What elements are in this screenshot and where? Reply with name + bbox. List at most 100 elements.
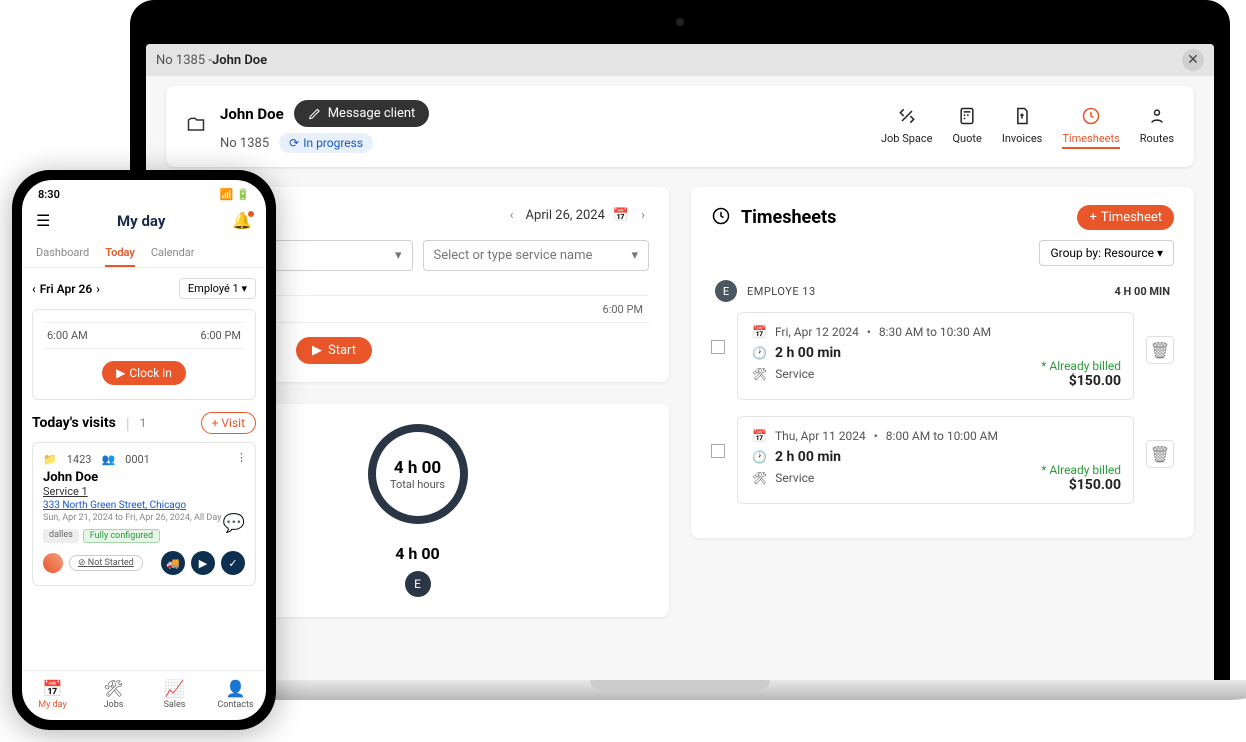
visit-status-pill[interactable]: ⊘ Not Started [69, 555, 143, 571]
nav-routes[interactable]: Routes [1140, 104, 1174, 149]
calendar-icon: 📅 [752, 325, 767, 339]
visit-menu-icon[interactable]: ⋮ [236, 451, 247, 464]
calculator-icon [955, 104, 979, 128]
entry-body[interactable]: 📅Thu, Apr 11 2024 • 8:00 AM to 10:00 AM … [737, 416, 1134, 504]
job-header-card: John Doe Message client No 1385 In progr… [166, 86, 1194, 167]
employee-badge: E [405, 571, 431, 597]
tab-dashboard[interactable]: Dashboard [36, 240, 89, 267]
prev-day-button[interactable]: ‹ [506, 206, 518, 225]
mobile-date-picker[interactable]: ‹ Fri Apr 26 › [32, 282, 100, 296]
tools-icon [895, 104, 919, 128]
desktop-screen: No 1385 - John Doe ✕ John Doe [146, 44, 1214, 680]
assignee-avatar [43, 553, 63, 573]
clock-in-button[interactable]: ▶ Clock in [102, 361, 186, 385]
clock-icon [711, 206, 731, 230]
current-date: April 26, 2024 [526, 208, 605, 223]
folder-icon: 📁 [43, 453, 57, 466]
group-total: 4 H 00 MIN [1114, 285, 1170, 298]
service-icon: 🛠 [752, 471, 767, 485]
notifications-icon[interactable]: 🔔 [232, 211, 252, 230]
group-by-select[interactable]: Group by: Resource ▾ [1039, 240, 1174, 266]
mobile-status-bar: 8:30 📶 🔋 [22, 180, 266, 205]
mobile-body: ‹ Fri Apr 26 › Employé 1 ▾ 6:00 AM 6:00 … [22, 268, 266, 670]
mobile-clock-card: 6:00 AM 6:00 PM ▶ Clock in [32, 309, 256, 400]
header-nav: Job Space Quote Invoices Timesheets [881, 104, 1174, 149]
right-column: Timesheets + Timesheet Group by: Resourc… [691, 187, 1194, 617]
tools-icon: 🛠 [83, 679, 144, 698]
calendar-icon: 📅 [752, 429, 767, 443]
calendar-icon[interactable]: 📅 [613, 208, 629, 223]
scale-end-label: 6:00 PM [603, 303, 643, 316]
visit-tag-configured: Fully configured [83, 529, 160, 543]
tab-calendar[interactable]: Calendar [151, 240, 195, 267]
timesheets-card: Timesheets + Timesheet Group by: Resourc… [691, 187, 1194, 538]
nav-timesheets[interactable]: Timesheets [1062, 104, 1119, 149]
nav-quote[interactable]: Quote [952, 104, 981, 149]
window-title-prefix: No 1385 - [156, 53, 212, 68]
route-icon [1145, 104, 1169, 128]
visit-card[interactable]: ⋮ 📁1423 👥0001 John Doe Service 1 333 Nor… [32, 442, 256, 586]
entry-checkbox[interactable] [711, 444, 725, 458]
window-titlebar: No 1385 - John Doe ✕ [146, 44, 1214, 76]
nav-contacts[interactable]: 👤Contacts [205, 671, 266, 720]
mobile-employee-select[interactable]: Employé 1 ▾ [179, 278, 256, 299]
nav-invoices[interactable]: Invoices [1002, 104, 1043, 149]
clock-icon [1079, 104, 1103, 128]
contact-icon: 👤 [205, 679, 266, 698]
clock-icon: 🕐 [752, 450, 767, 464]
visit-date-range: Sun, Apr 21, 2024 to Fri, Apr 26, 2024, … [43, 513, 245, 523]
delete-entry-button[interactable]: 🗑 [1146, 440, 1174, 468]
date-navigator: ‹ April 26, 2024 📅 › [506, 206, 649, 225]
timesheets-title: Timesheets [741, 207, 1067, 228]
job-header-info: John Doe Message client No 1385 In progr… [220, 100, 429, 153]
timesheet-group-row: E EMPLOYE 13 4 H 00 MIN [711, 266, 1174, 312]
total-hours-value: 4 h 00 [394, 458, 441, 478]
mobile-tabs: Dashboard Today Calendar [22, 240, 266, 268]
truck-action-button[interactable]: 🚚 [161, 551, 185, 575]
chart-icon: 📈 [144, 679, 205, 698]
visit-service-link[interactable]: Service 1 [43, 485, 245, 498]
chevron-down-icon: ▾ [395, 248, 402, 263]
delete-entry-button[interactable]: 🗑 [1146, 336, 1174, 364]
clock-icon: 🕐 [752, 346, 767, 360]
mobile-header: ☰ My day 🔔 [22, 205, 266, 240]
message-client-button[interactable]: Message client [294, 100, 430, 127]
folder-icon [186, 112, 206, 142]
check-action-button[interactable]: ✓ [221, 551, 245, 575]
service-icon: 🛠 [752, 367, 767, 381]
entry-body[interactable]: 📅Fri, Apr 12 2024 • 8:30 AM to 10:30 AM … [737, 312, 1134, 400]
todays-visits-title: Today's visits [32, 415, 116, 431]
nav-jobspace[interactable]: Job Space [881, 104, 933, 149]
close-button[interactable]: ✕ [1182, 49, 1204, 71]
nav-myday[interactable]: 📅My day [22, 671, 83, 720]
tab-today[interactable]: Today [105, 240, 135, 267]
service-select[interactable]: Select or type service name▾ [423, 240, 650, 271]
next-day-button[interactable]: › [637, 206, 649, 225]
clock-end-time: 6:00 PM [201, 329, 241, 342]
laptop-camera [676, 18, 684, 26]
entry-checkbox[interactable] [711, 340, 725, 354]
timesheet-entry: 📅Fri, Apr 12 2024 • 8:30 AM to 10:30 AM … [711, 312, 1174, 400]
play-action-button[interactable]: ▶ [191, 551, 215, 575]
desktop-body: John Doe Message client No 1385 In progr… [146, 76, 1214, 680]
nav-sales[interactable]: 📈Sales [144, 671, 205, 720]
window-title: John Doe [212, 53, 267, 68]
add-timesheet-button[interactable]: + Timesheet [1077, 205, 1174, 230]
start-clock-button[interactable]: ▶ Start [296, 337, 372, 364]
visit-tag: dalles [43, 529, 79, 543]
mobile-screen: 8:30 📶 🔋 ☰ My day 🔔 Dashboard Today Cale… [22, 180, 266, 720]
employee-avatar: E [715, 280, 737, 302]
status-badge[interactable]: In progress [279, 133, 373, 153]
total-hours-label: Total hours [390, 478, 445, 491]
nav-jobs[interactable]: 🛠Jobs [83, 671, 144, 720]
visit-address-link[interactable]: 333 North Green Street, Chicago [43, 500, 245, 511]
signal-icons: 📶 🔋 [220, 188, 250, 201]
menu-icon[interactable]: ☰ [36, 211, 50, 230]
route-icon: 👥 [101, 453, 115, 466]
chat-icon[interactable]: 💬 [223, 513, 245, 534]
laptop-device: No 1385 - John Doe ✕ John Doe [130, 0, 1230, 700]
visits-count: 1 [140, 416, 147, 430]
add-visit-button[interactable]: + Visit [201, 412, 256, 434]
calendar-icon: 📅 [22, 679, 83, 698]
mobile-bottom-nav: 📅My day 🛠Jobs 📈Sales 👤Contacts [22, 670, 266, 720]
